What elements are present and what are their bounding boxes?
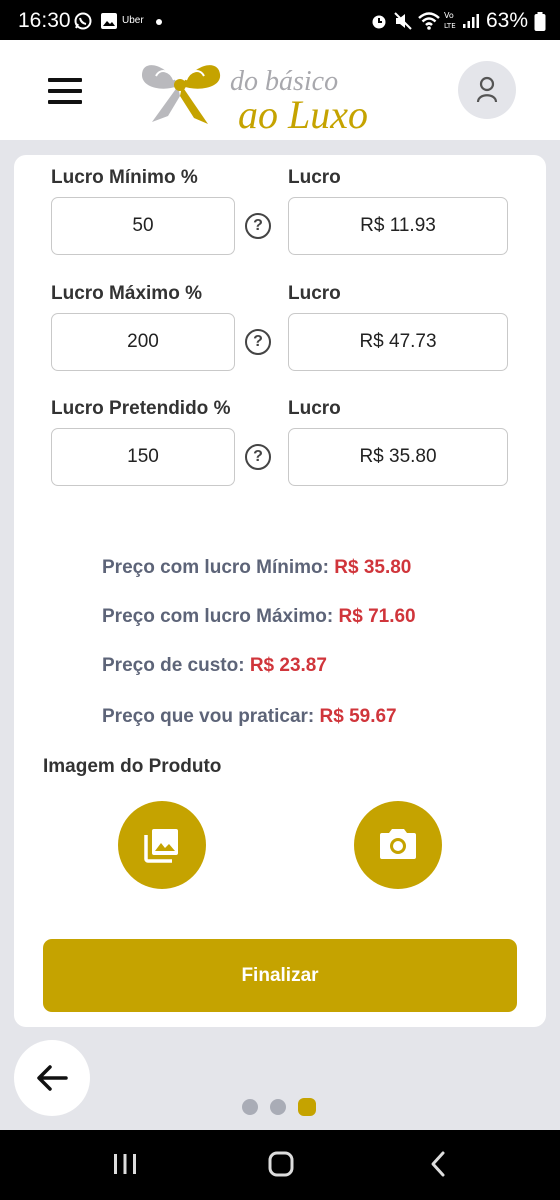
chevron-left-icon	[431, 1151, 445, 1177]
svg-text:LTE: LTE	[444, 22, 456, 30]
profile-button[interactable]	[458, 61, 516, 119]
menu-icon-bar	[48, 78, 82, 82]
page-dot	[270, 1099, 286, 1115]
recent-apps-button[interactable]	[112, 1152, 138, 1181]
camera-icon	[380, 829, 416, 859]
summary-cost-price: Preço de custo: R$ 23.87	[102, 655, 327, 677]
arrow-left-icon	[37, 1065, 68, 1091]
home-button[interactable]	[268, 1150, 294, 1183]
summary-min-price: Preço com lucro Mínimo: R$ 35.80	[102, 557, 411, 579]
uber-notification: Uber	[122, 15, 144, 26]
summary-label: Preço de custo:	[102, 655, 245, 676]
recent-apps-icon	[114, 1154, 136, 1174]
summary-label: Preço com lucro Mínimo:	[102, 557, 329, 578]
profit-target-label: Lucro Pretendido %	[51, 398, 231, 419]
battery-percent: 63%	[486, 9, 529, 32]
help-icon[interactable]: ?	[245, 444, 271, 470]
more-notifications-dot	[156, 19, 162, 25]
menu-icon-bar	[48, 100, 82, 104]
app-header: do básico ao Luxo	[0, 40, 560, 140]
summary-label: Preço que vou praticar:	[102, 706, 315, 727]
product-image-label: Imagem do Produto	[43, 756, 222, 777]
summary-value: R$ 71.60	[338, 606, 416, 627]
menu-icon-bar	[48, 89, 82, 93]
help-icon[interactable]: ?	[245, 213, 271, 239]
profit-max-result: R$ 47.73	[288, 313, 508, 371]
profit-max-label: Lucro Máximo %	[51, 283, 202, 304]
profit-target-result: R$ 35.80	[288, 428, 508, 486]
wifi-icon	[418, 12, 440, 35]
profit-max-input[interactable]: 200	[51, 313, 235, 371]
system-nav-bar	[0, 1130, 560, 1200]
battery-icon	[534, 12, 546, 37]
mute-icon	[394, 12, 412, 35]
gallery-notification-icon	[100, 12, 118, 35]
home-icon	[268, 1151, 294, 1177]
profit-min-input[interactable]: 50	[51, 197, 235, 255]
signal-icon	[462, 13, 480, 34]
profit-target-result-label: Lucro	[288, 398, 341, 419]
alarm-icon	[370, 12, 388, 35]
summary-max-price: Preço com lucro Máximo: R$ 71.60	[102, 606, 416, 628]
whatsapp-icon	[74, 12, 92, 35]
volte-icon: Vo LTE	[444, 10, 458, 35]
page-dot	[242, 1099, 258, 1115]
page-dot	[298, 1098, 316, 1116]
system-back-button[interactable]	[428, 1150, 448, 1183]
camera-button[interactable]	[354, 801, 442, 889]
profit-min-label: Lucro Mínimo %	[51, 167, 198, 188]
back-button[interactable]	[14, 1040, 90, 1116]
svg-text:Vo: Vo	[444, 11, 454, 20]
profit-max-result-label: Lucro	[288, 283, 341, 304]
summary-value: R$ 59.67	[319, 706, 397, 727]
menu-button[interactable]	[48, 78, 84, 104]
help-icon[interactable]: ?	[245, 329, 271, 355]
user-icon	[476, 76, 498, 103]
profit-min-result: R$ 11.93	[288, 197, 508, 255]
summary-label: Preço com lucro Máximo:	[102, 606, 334, 627]
photo-library-icon	[144, 829, 178, 863]
brand-logo: do básico ao Luxo	[138, 52, 418, 137]
summary-practice-price: Preço que vou praticar: R$ 59.67	[102, 706, 397, 728]
summary-value: R$ 35.80	[334, 557, 412, 578]
profit-target-input[interactable]: 150	[51, 428, 235, 486]
profit-min-result-label: Lucro	[288, 167, 341, 188]
logo-text-bottom: ao Luxo	[238, 92, 368, 132]
summary-value: R$ 23.87	[249, 655, 327, 676]
gallery-button[interactable]	[118, 801, 206, 889]
status-time: 16:30	[18, 9, 71, 32]
status-bar: 16:30 Uber Vo LTE 63%	[0, 0, 560, 40]
finalize-button[interactable]: Finalizar	[43, 939, 517, 1012]
